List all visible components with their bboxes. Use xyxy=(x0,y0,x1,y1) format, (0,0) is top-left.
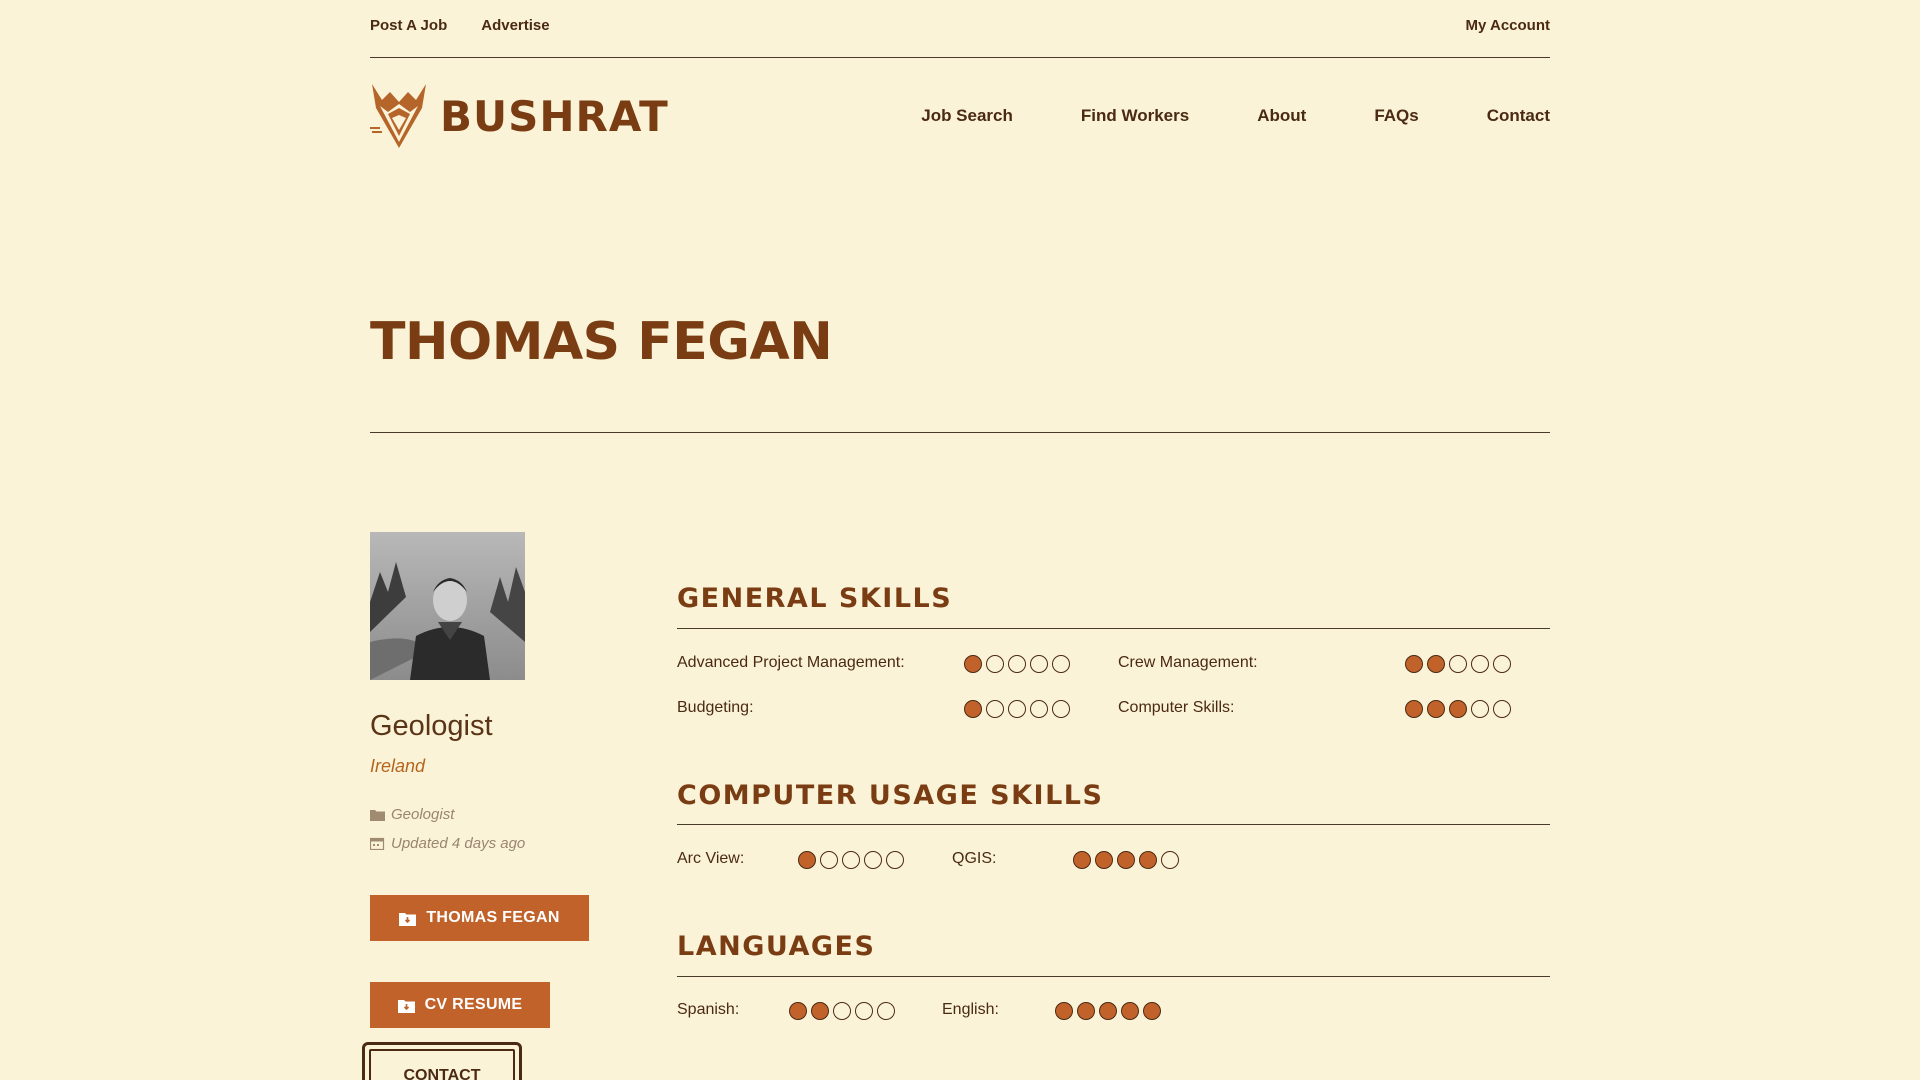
nav-faqs[interactable]: FAQs xyxy=(1374,106,1418,126)
page: Post A Job Advertise My Account BUSHRAT … xyxy=(0,0,1920,1080)
contact-button[interactable]: CONTACT xyxy=(362,1042,522,1080)
rating-dot-empty xyxy=(877,1002,895,1020)
cv-resume-button[interactable]: CV RESUME xyxy=(370,982,550,1028)
site-header: BUSHRAT Job Search Find Workers About FA… xyxy=(370,80,1550,152)
skill-label: Crew Management: xyxy=(1118,654,1258,671)
computer-skills-divider xyxy=(677,824,1550,825)
rating-dot-empty xyxy=(1161,851,1179,869)
rating-dot-filled xyxy=(964,655,982,673)
rating-dot-filled xyxy=(789,1002,807,1020)
skill-rating xyxy=(789,1002,895,1020)
skill-rating xyxy=(1405,700,1511,718)
brand-logo[interactable]: BUSHRAT xyxy=(370,82,669,150)
rating-dot-filled xyxy=(1449,700,1467,718)
rating-dot-empty xyxy=(855,1002,873,1020)
utility-bar: Post A Job Advertise My Account xyxy=(370,0,1550,58)
skill-rating xyxy=(964,655,1070,673)
rating-dot-filled xyxy=(811,1002,829,1020)
skill-rating xyxy=(1405,655,1511,673)
rating-dot-filled xyxy=(964,700,982,718)
profile-updated-label: Updated 4 days ago xyxy=(391,835,526,852)
general-skills-divider xyxy=(677,628,1550,629)
rating-dot-empty xyxy=(1052,700,1070,718)
skill-label: Computer Skills: xyxy=(1118,699,1235,716)
rating-dot-filled xyxy=(1055,1002,1073,1020)
rating-dot-empty xyxy=(864,851,882,869)
languages-title: LANGUAGES xyxy=(677,931,876,962)
profile-name-button-label: THOMAS FEGAN xyxy=(426,909,560,926)
skill-label: Budgeting: xyxy=(677,699,754,716)
profile-profession: Geologist xyxy=(370,710,493,742)
profile-location: Ireland xyxy=(370,756,426,776)
folder-download-icon xyxy=(397,999,415,1013)
brand-name: BUSHRAT xyxy=(440,91,669,141)
nav-about[interactable]: About xyxy=(1257,106,1306,126)
profile-photo xyxy=(370,532,525,680)
rating-dot-empty xyxy=(820,851,838,869)
skill-label: Arc View: xyxy=(677,850,745,867)
profile-name-button[interactable]: THOMAS FEGAN xyxy=(370,895,589,941)
languages-divider xyxy=(677,976,1550,977)
rating-dot-empty xyxy=(1008,655,1026,673)
nav-job-search[interactable]: Job Search xyxy=(921,106,1013,126)
rating-dot-filled xyxy=(1121,1002,1139,1020)
contact-button-inner: CONTACT xyxy=(369,1049,515,1080)
main-nav: Job Search Find Workers About FAQs Conta… xyxy=(921,106,1550,126)
contact-button-label: CONTACT xyxy=(403,1067,481,1080)
rating-dot-filled xyxy=(1143,1002,1161,1020)
profile-category: Geologist xyxy=(370,806,454,823)
skill-label: QGIS: xyxy=(952,850,997,867)
rating-dot-filled xyxy=(1073,851,1091,869)
skill-label: English: xyxy=(942,1001,999,1018)
rating-dot-filled xyxy=(1077,1002,1095,1020)
title-divider xyxy=(370,432,1550,433)
rating-dot-empty xyxy=(986,655,1004,673)
rating-dot-filled xyxy=(1099,1002,1117,1020)
page-title: THOMAS FEGAN xyxy=(370,312,833,372)
cv-resume-button-label: CV RESUME xyxy=(424,996,523,1013)
post-job-link[interactable]: Post A Job xyxy=(370,17,447,34)
rating-dot-empty xyxy=(986,700,1004,718)
rating-dot-empty xyxy=(833,1002,851,1020)
profile-updated: Updated 4 days ago xyxy=(370,835,525,852)
rating-dot-empty xyxy=(1008,700,1026,718)
rating-dot-empty xyxy=(1471,700,1489,718)
rating-dot-empty xyxy=(1493,655,1511,673)
advertise-link[interactable]: Advertise xyxy=(481,17,549,34)
rating-dot-filled xyxy=(1117,851,1135,869)
general-skills-title: GENERAL SKILLS xyxy=(677,583,953,614)
rating-dot-filled xyxy=(1405,700,1423,718)
skill-label: Spanish: xyxy=(677,1001,740,1018)
rating-dot-empty xyxy=(1030,700,1048,718)
rating-dot-empty xyxy=(1030,655,1048,673)
rating-dot-filled xyxy=(1427,655,1445,673)
skill-rating xyxy=(1055,1002,1161,1020)
folder-download-icon xyxy=(399,912,417,926)
skill-rating xyxy=(798,851,904,869)
rating-dot-filled xyxy=(1139,851,1157,869)
calendar-icon xyxy=(370,837,385,850)
rating-dot-filled xyxy=(1427,700,1445,718)
rating-dot-filled xyxy=(798,851,816,869)
rating-dot-empty xyxy=(886,851,904,869)
folder-icon xyxy=(370,810,385,821)
fox-head-icon xyxy=(370,84,426,148)
nav-contact[interactable]: Contact xyxy=(1487,106,1550,126)
profile-photo-image xyxy=(370,532,525,680)
rating-dot-empty xyxy=(1493,700,1511,718)
rating-dot-empty xyxy=(1449,655,1467,673)
rating-dot-empty xyxy=(1052,655,1070,673)
nav-find-workers[interactable]: Find Workers xyxy=(1081,106,1189,126)
skill-rating xyxy=(964,700,1070,718)
skill-label: Advanced Project Management: xyxy=(677,654,905,671)
my-account-link[interactable]: My Account xyxy=(1466,17,1550,34)
rating-dot-filled xyxy=(1095,851,1113,869)
skill-rating xyxy=(1073,851,1179,869)
rating-dot-filled xyxy=(1405,655,1423,673)
rating-dot-empty xyxy=(1471,655,1489,673)
rating-dot-empty xyxy=(842,851,860,869)
computer-skills-title: COMPUTER USAGE SKILLS xyxy=(677,780,1104,811)
profile-category-label: Geologist xyxy=(391,806,455,823)
